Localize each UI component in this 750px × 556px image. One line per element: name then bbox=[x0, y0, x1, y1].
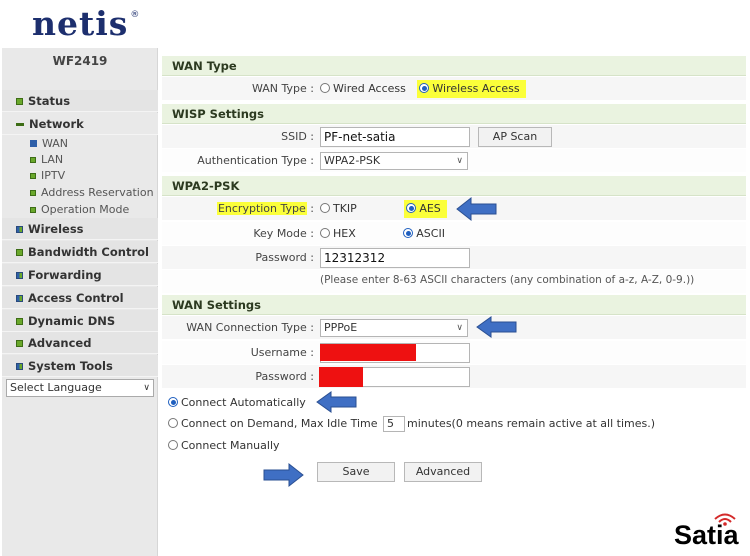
radio-selected-icon bbox=[403, 228, 414, 238]
collapse-minus-icon bbox=[16, 123, 24, 126]
sidebar-subitem-lan[interactable]: LAN bbox=[30, 152, 63, 168]
wan-type-label: WAN Type : bbox=[252, 82, 314, 95]
advanced-button[interactable]: Advanced bbox=[404, 462, 482, 482]
grid-icon bbox=[16, 272, 23, 279]
redaction-mark bbox=[320, 344, 416, 361]
active-marker-icon bbox=[30, 140, 37, 147]
header: netis ® bbox=[0, 0, 750, 48]
connect-on-demand-radio[interactable]: Connect on Demand, Max Idle Time 5 minute… bbox=[168, 414, 655, 434]
chevron-down-icon: ∨ bbox=[143, 383, 150, 393]
grid-icon bbox=[16, 363, 23, 370]
green-square-icon bbox=[16, 249, 23, 256]
aes-radio[interactable]: AES bbox=[404, 200, 447, 218]
save-button[interactable]: Save bbox=[317, 462, 395, 482]
sidebar-subitem-wan[interactable]: WAN bbox=[30, 136, 68, 152]
section-wisp-settings: WISP Settings bbox=[162, 104, 746, 124]
pppoe-password-label: Password : bbox=[255, 370, 314, 383]
main-panel: WAN Type WAN Type : Wired Access Wireles… bbox=[162, 52, 746, 556]
encryption-options: TKIP AES bbox=[320, 200, 455, 218]
grid-icon bbox=[16, 295, 23, 302]
ssid-row: SSID : PF-net-satia AP Scan bbox=[162, 125, 746, 149]
sidebar-subitem-address-reservation[interactable]: Address Reservation bbox=[30, 185, 154, 201]
idle-time-input[interactable]: 5 bbox=[383, 416, 406, 432]
auth-type-select[interactable]: WPA2-PSK ∨ bbox=[320, 152, 468, 170]
sidebar-item-bandwidth-control[interactable]: Bandwidth Control bbox=[2, 241, 158, 263]
green-square-icon bbox=[30, 207, 36, 213]
wpa-password-label: Password : bbox=[255, 251, 314, 264]
radio-icon bbox=[320, 83, 330, 93]
sidebar-subitem-operation-mode[interactable]: Operation Mode bbox=[30, 202, 129, 218]
sidebar-item-network[interactable]: Network bbox=[2, 113, 158, 135]
green-square-icon bbox=[30, 157, 36, 163]
encryption-row: Encryption Type : TKIP AES bbox=[162, 197, 746, 221]
pppoe-password-row: Password : bbox=[162, 365, 746, 389]
radio-selected-icon bbox=[419, 83, 430, 93]
wpa-password-row: Password : 12312312 bbox=[162, 246, 746, 270]
sidebar-item-access-control[interactable]: Access Control bbox=[2, 287, 158, 309]
sidebar-subitem-iptv[interactable]: IPTV bbox=[30, 168, 65, 184]
hex-radio[interactable]: HEX bbox=[320, 225, 356, 243]
radio-icon bbox=[168, 418, 178, 428]
language-select[interactable]: Select Language ∨ bbox=[6, 379, 154, 397]
netis-logo: netis ® bbox=[32, 4, 141, 43]
tkip-radio[interactable]: TKIP bbox=[320, 200, 357, 218]
model-name: WF2419 bbox=[52, 54, 108, 68]
annotation-arrow-left-icon bbox=[316, 391, 357, 413]
grid-icon bbox=[16, 226, 23, 233]
ssid-input[interactable]: PF-net-satia bbox=[320, 127, 470, 147]
wpa-password-input[interactable]: 12312312 bbox=[320, 248, 470, 268]
key-mode-label: Key Mode : bbox=[253, 227, 314, 240]
key-mode-options: HEX ASCII bbox=[320, 225, 453, 243]
password-hint-row: (Please enter 8-63 ASCII characters (any… bbox=[162, 270, 746, 294]
radio-selected-icon bbox=[406, 203, 417, 213]
connect-manually-radio[interactable]: Connect Manually bbox=[168, 436, 280, 456]
sidebar: WF2419 Status Network WAN LAN IPTV Addre… bbox=[2, 48, 158, 556]
auth-type-row: Authentication Type : WPA2-PSK ∨ bbox=[162, 149, 746, 173]
satia-watermark: Satia bbox=[674, 520, 739, 550]
chevron-down-icon: ∨ bbox=[456, 156, 463, 166]
green-square-icon bbox=[16, 98, 23, 105]
annotation-arrow-left-icon bbox=[456, 196, 497, 222]
radio-selected-icon bbox=[168, 397, 178, 407]
encryption-label: Encryption Type : bbox=[216, 202, 314, 215]
annotation-arrow-left-icon bbox=[476, 316, 517, 338]
section-wan-type: WAN Type bbox=[162, 56, 746, 76]
redaction-mark bbox=[319, 367, 363, 387]
wan-connection-type-label: WAN Connection Type : bbox=[186, 321, 314, 334]
wan-type-options: Wired Access Wireless Access bbox=[320, 80, 534, 98]
sidebar-item-dynamic-dns[interactable]: Dynamic DNS bbox=[2, 310, 158, 332]
wan-connection-type-row: WAN Connection Type : PPPoE ∨ bbox=[162, 316, 746, 340]
section-wan-settings: WAN Settings bbox=[162, 295, 746, 315]
sidebar-item-advanced[interactable]: Advanced bbox=[2, 332, 158, 354]
key-mode-row: Key Mode : HEX ASCII bbox=[162, 222, 746, 246]
green-square-icon bbox=[30, 190, 36, 196]
ascii-radio[interactable]: ASCII bbox=[403, 225, 445, 243]
connect-automatically-radio[interactable]: Connect Automatically bbox=[168, 393, 306, 413]
sidebar-item-forwarding[interactable]: Forwarding bbox=[2, 264, 158, 286]
annotation-arrow-right-icon bbox=[263, 462, 304, 488]
wired-access-radio[interactable]: Wired Access bbox=[320, 80, 406, 98]
wan-type-row: WAN Type : Wired Access Wireless Access bbox=[162, 77, 746, 101]
wireless-access-radio[interactable]: Wireless Access bbox=[417, 80, 526, 98]
radio-icon bbox=[320, 228, 330, 238]
username-row: Username : bbox=[162, 341, 746, 365]
section-wpa2-psk: WPA2-PSK bbox=[162, 176, 746, 196]
radio-icon bbox=[320, 203, 330, 213]
username-label: Username : bbox=[250, 346, 314, 359]
green-square-icon bbox=[16, 318, 23, 325]
green-square-icon bbox=[30, 173, 36, 179]
wan-connection-type-select[interactable]: PPPoE ∨ bbox=[320, 319, 468, 337]
ssid-label: SSID : bbox=[281, 130, 314, 143]
password-hint: (Please enter 8-63 ASCII characters (any… bbox=[320, 274, 695, 286]
sidebar-item-status[interactable]: Status bbox=[2, 90, 158, 112]
green-square-icon bbox=[16, 340, 23, 347]
sidebar-item-system-tools[interactable]: System Tools bbox=[2, 355, 158, 377]
ap-scan-button[interactable]: AP Scan bbox=[478, 127, 552, 147]
chevron-down-icon: ∨ bbox=[456, 323, 463, 333]
sidebar-item-wireless[interactable]: Wireless bbox=[2, 218, 158, 240]
auth-type-label: Authentication Type : bbox=[197, 154, 314, 167]
radio-icon bbox=[168, 440, 178, 450]
